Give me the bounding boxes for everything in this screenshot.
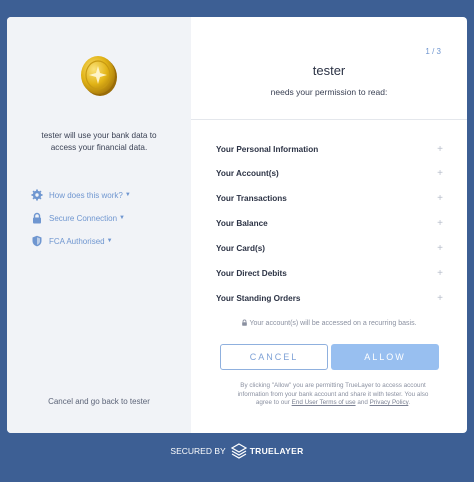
plus-icon: + bbox=[437, 168, 443, 180]
description-line-1: tester will use your bank data to bbox=[41, 131, 157, 140]
permission-label: Your Account(s) bbox=[216, 169, 279, 179]
permission-list: Your Personal Information + Your Account… bbox=[216, 143, 443, 317]
fca-authorised-label: FCA Authorised bbox=[49, 236, 105, 246]
permission-text: needs your permission to read: bbox=[270, 87, 388, 97]
legal-line-3: agree to our End User Terms of use and P… bbox=[221, 399, 445, 408]
how-it-works-link[interactable]: How does this work? ▼ bbox=[31, 189, 131, 201]
permission-direct-debits[interactable]: Your Direct Debits + bbox=[216, 267, 443, 279]
permission-balance[interactable]: Your Balance + bbox=[216, 218, 443, 230]
permission-standing-orders[interactable]: Your Standing Orders + bbox=[216, 292, 443, 304]
permission-label: Your Transactions bbox=[216, 194, 287, 204]
permission-label: Your Card(s) bbox=[216, 244, 265, 254]
right-panel: 1 / 3 tester needs your permission to re… bbox=[191, 17, 467, 433]
step-indicator: 1 / 3 bbox=[425, 47, 441, 56]
truelayer-brand: TRUELAYER bbox=[249, 446, 304, 456]
gold-coin-icon bbox=[81, 56, 117, 96]
plus-icon: + bbox=[437, 193, 443, 205]
allow-button[interactable]: ALLOW bbox=[331, 344, 439, 370]
legal-text: By clicking "Allow" you are permitting T… bbox=[221, 382, 445, 408]
plus-icon: + bbox=[437, 218, 443, 230]
footer: SECURED BY TRUELAYER bbox=[0, 443, 474, 459]
fca-authorised-link[interactable]: FCA Authorised ▼ bbox=[31, 235, 131, 247]
permission-personal-information[interactable]: Your Personal Information + bbox=[216, 143, 443, 155]
caret-down-icon: ▼ bbox=[119, 215, 125, 221]
shield-icon bbox=[32, 235, 42, 247]
caret-down-icon: ▼ bbox=[106, 238, 113, 244]
divider bbox=[191, 119, 467, 120]
plus-icon: + bbox=[437, 243, 443, 255]
app-name: tester bbox=[312, 63, 346, 78]
lock-icon bbox=[242, 319, 248, 326]
consent-card: tester will use your bank data to access… bbox=[7, 17, 467, 433]
legal-line-1: By clicking "Allow" you are permitting T… bbox=[240, 382, 426, 389]
plus-icon: + bbox=[437, 292, 443, 304]
permission-label: Your Balance bbox=[216, 219, 268, 229]
legal-end: . bbox=[408, 399, 411, 407]
permission-transactions[interactable]: Your Transactions + bbox=[216, 193, 443, 205]
left-panel: tester will use your bank data to access… bbox=[7, 17, 191, 433]
plus-icon: + bbox=[437, 267, 443, 279]
recurring-notice-text: Your account(s) will be accessed on a re… bbox=[249, 320, 417, 327]
secure-connection-link[interactable]: Secure Connection ▼ bbox=[31, 212, 131, 224]
secure-connection-label: Secure Connection bbox=[49, 213, 118, 223]
permission-label: Your Standing Orders bbox=[216, 293, 301, 303]
how-it-works-label: How does this work? bbox=[49, 190, 123, 200]
recurring-notice: Your account(s) will be accessed on a re… bbox=[191, 319, 467, 327]
caret-down-icon: ▼ bbox=[124, 192, 131, 198]
permission-label: Your Personal Information bbox=[216, 144, 319, 154]
cancel-and-go-back-link[interactable]: Cancel and go back to tester bbox=[7, 397, 191, 406]
permission-accounts[interactable]: Your Account(s) + bbox=[216, 168, 443, 180]
cancel-button[interactable]: CANCEL bbox=[220, 344, 328, 370]
plus-icon: + bbox=[437, 143, 443, 155]
terms-of-use-link[interactable]: End User Terms of use bbox=[292, 399, 356, 406]
secured-by-text: SECURED BY bbox=[170, 446, 226, 456]
truelayer-logo-icon bbox=[230, 443, 247, 459]
left-description: tester will use your bank data to access… bbox=[15, 130, 183, 154]
description-line-2: access your financial data. bbox=[50, 143, 148, 152]
legal-and: and bbox=[357, 399, 368, 407]
legal-prefix: agree to our bbox=[255, 399, 290, 407]
permission-cards[interactable]: Your Card(s) + bbox=[216, 243, 443, 255]
legal-line-2: information from your bank account and s… bbox=[237, 390, 429, 398]
gear-icon bbox=[31, 189, 43, 201]
info-links: How does this work? ▼ Secure Connection … bbox=[31, 189, 131, 258]
permission-label: Your Direct Debits bbox=[216, 268, 287, 278]
lock-icon bbox=[33, 212, 41, 224]
privacy-policy-link[interactable]: Privacy Policy bbox=[370, 399, 409, 406]
